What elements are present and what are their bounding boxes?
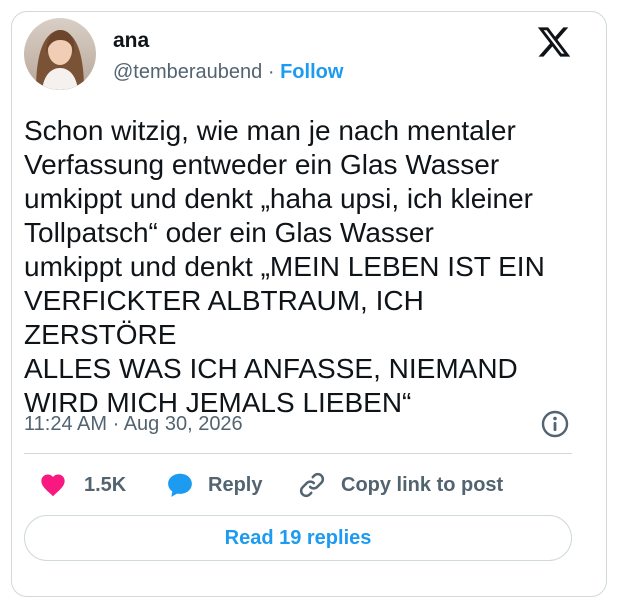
follow-button[interactable]: Follow	[280, 61, 343, 83]
like-count: 1.5K	[84, 473, 127, 496]
reply-label: Reply	[208, 473, 263, 496]
author-handle[interactable]: @temberaubend	[113, 61, 262, 83]
handle-row: @temberaubend · Follow	[113, 61, 343, 84]
read-replies-button[interactable]: Read 19 replies	[24, 515, 572, 561]
link-icon	[299, 472, 325, 498]
divider	[24, 453, 572, 454]
copy-link-button[interactable]: Copy link to post	[297, 470, 503, 500]
info-icon[interactable]	[540, 409, 570, 439]
tweet-text: Schon witzig, wie man je nach mentaler V…	[24, 115, 545, 418]
tweet-timestamp[interactable]: 11:24 AM · Aug 30, 2026	[24, 413, 243, 436]
x-logo-icon[interactable]	[536, 24, 572, 60]
avatar[interactable]	[24, 18, 96, 90]
like-button[interactable]: 1.5K	[38, 470, 126, 500]
read-replies-label: Read 19 replies	[224, 526, 372, 549]
heart-icon	[41, 474, 65, 497]
copy-link-label: Copy link to post	[341, 473, 504, 496]
speech-bubble-icon	[168, 473, 192, 497]
reply-button[interactable]: Reply	[164, 470, 262, 500]
separator-dot: ·	[267, 61, 275, 83]
author-name[interactable]: ana	[113, 29, 149, 53]
